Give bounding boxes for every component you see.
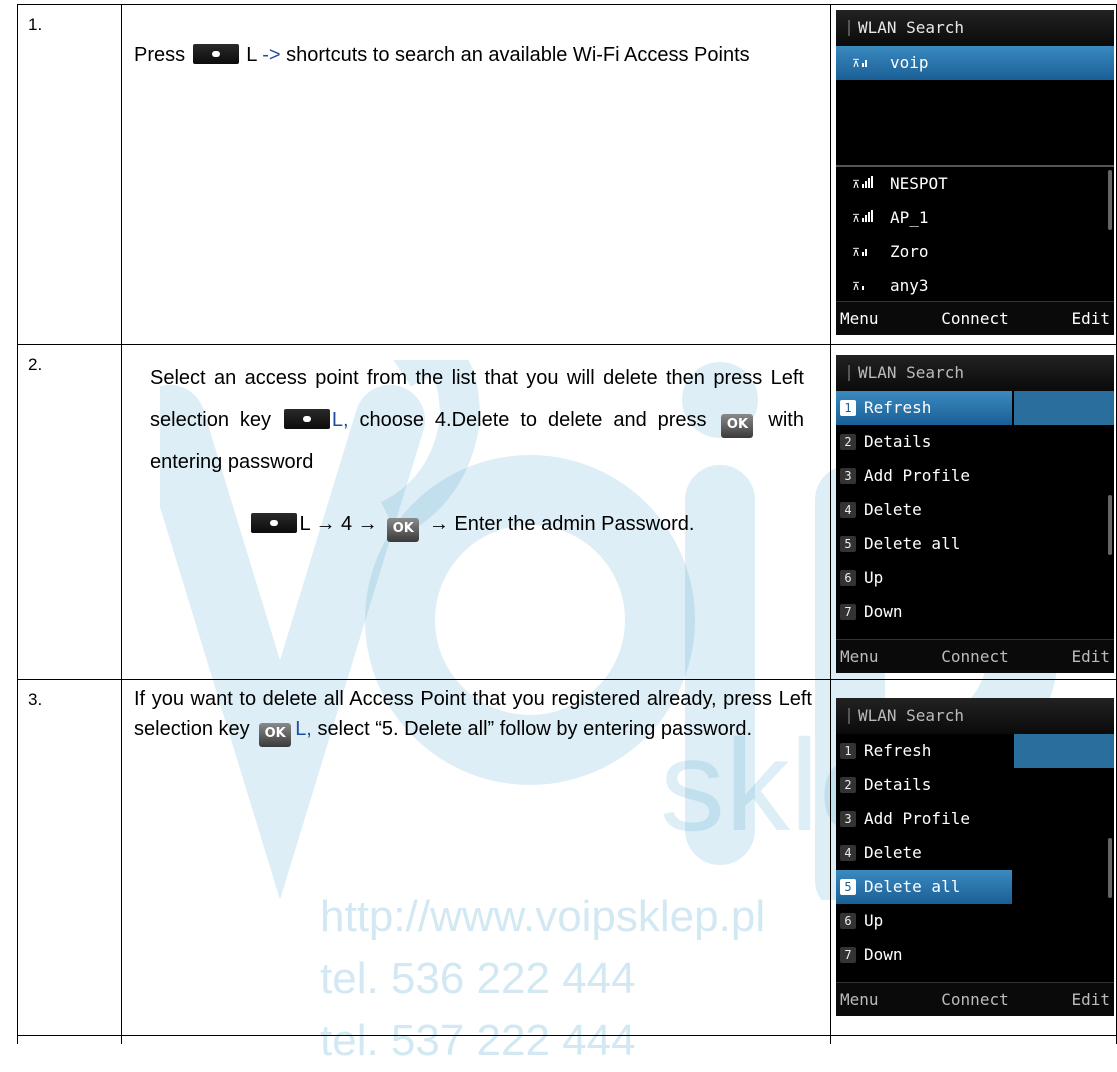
step-number: 2. [17, 344, 121, 679]
menu-item-details[interactable]: 2 Details [836, 768, 1012, 802]
softkey-connect[interactable]: Connect [941, 302, 1008, 335]
table-row: 1. Press L -> shortcuts to search an ava… [17, 4, 1117, 344]
menu-item-refresh[interactable]: 1 Refresh [836, 391, 1012, 425]
list-item[interactable]: ⊼ Zoro [836, 235, 1114, 269]
connected-ap[interactable]: ⊼ voip [836, 46, 1114, 80]
menu-item-delete[interactable]: 4 Delete [836, 493, 1012, 527]
softkey-menu[interactable]: Menu [840, 302, 879, 335]
screen-title: WLAN Search [836, 698, 1114, 734]
menu-item-refresh[interactable]: 1 Refresh [836, 734, 1012, 768]
menu-item-up[interactable]: 6 Up [836, 561, 1012, 595]
menu-item-add-profile[interactable]: 3 Add Profile [836, 459, 1012, 493]
list-item[interactable]: ⊼ NESPOT [836, 167, 1114, 201]
left-softkey-icon [283, 409, 330, 429]
softkey-edit[interactable]: Edit [1071, 640, 1110, 673]
menu-item-down[interactable]: 7 Down [836, 938, 1012, 972]
menu-item-up[interactable]: 6 Up [836, 904, 1012, 938]
softkey-edit[interactable]: Edit [1071, 302, 1110, 335]
menu-item-delete-all[interactable]: 5 Delete all [836, 527, 1012, 561]
screenshot-cell: WLAN Search 1 Refresh 2 Details 3 Add Profi… [830, 344, 1117, 679]
ap-name: any3 [890, 276, 929, 295]
ok-key-icon: OK [721, 414, 754, 438]
phone-screen-menu: WLAN Search 1 Refresh 2 Details 3 Add Profi… [836, 355, 1114, 673]
softkey-menu[interactable]: Menu [840, 640, 879, 673]
instructions-table: 1. Press L -> shortcuts to search an ava… [17, 4, 1117, 1044]
scrollbar[interactable] [1108, 495, 1112, 555]
scrollbar[interactable] [1108, 838, 1112, 898]
menu-item-add-profile[interactable]: 3 Add Profile [836, 802, 1012, 836]
signal-icon: ⊼ [852, 55, 878, 71]
seq-key: L [299, 513, 310, 535]
text-rest: shortcuts to search an available Wi-Fi A… [286, 44, 750, 66]
menu-item-down[interactable]: 7 Down [836, 595, 1012, 629]
softkey-bar: Menu Connect Edit [836, 639, 1114, 673]
step-description: If you want to delete all Access Point t… [121, 679, 830, 1044]
key-label: L, [295, 718, 312, 740]
table-row: 2. Select an access point from the list … [17, 344, 1117, 679]
signal-icon: ⊼ [852, 278, 878, 294]
ap-name: Zoro [890, 242, 929, 261]
softkey-connect[interactable]: Connect [941, 983, 1008, 1016]
key-sequence: L → 4 → OK → Enter the admin Password. [150, 503, 804, 545]
softkey-bar: Menu Connect Edit [836, 301, 1114, 335]
text-part: select “5. Delete all” follow by enterin… [317, 718, 753, 740]
ok-key-icon: OK [387, 518, 420, 542]
ap-name: NESPOT [890, 174, 948, 193]
screen-title: WLAN Search [836, 10, 1114, 46]
softkey-menu[interactable]: Menu [840, 983, 879, 1016]
text-part: choose 4.Delete to delete and press [359, 409, 707, 431]
ap-name: AP_1 [890, 208, 929, 227]
scrollbar[interactable] [1108, 170, 1112, 230]
screen-title: WLAN Search [836, 355, 1114, 391]
ok-key-icon: OK [259, 723, 292, 747]
table-row: 3. If you want to delete all Access Poin… [17, 679, 1117, 1044]
step-description: Press L -> shortcuts to search an availa… [121, 4, 830, 344]
softkey-bar: Menu Connect Edit [836, 982, 1114, 1016]
signal-icon: ⊼ [852, 210, 878, 226]
list-item[interactable]: ⊼ AP_1 [836, 201, 1114, 235]
left-softkey-icon [192, 44, 239, 64]
screenshot-cell: WLAN Search 1 Refresh 2 Details 3 Add Profi… [830, 679, 1117, 1044]
arrow-text: -> [262, 44, 281, 66]
step-description: Select an access point from the list tha… [121, 344, 830, 679]
softkey-connect[interactable]: Connect [941, 640, 1008, 673]
key-label: L, [331, 409, 349, 431]
signal-icon: ⊼ [852, 176, 878, 192]
menu-item-details[interactable]: 2 Details [836, 425, 1012, 459]
text-press: Press [134, 44, 186, 66]
highlight-bar [1014, 391, 1114, 425]
signal-icon: ⊼ [852, 244, 878, 260]
menu-item-delete[interactable]: 4 Delete [836, 836, 1012, 870]
ap-name: voip [890, 53, 929, 72]
phone-screen-wlan-search: WLAN Search ⊼ voip ⊼ NESPOT ⊼ AP_1 ⊼ Zor… [836, 10, 1114, 335]
screenshot-cell: WLAN Search ⊼ voip ⊼ NESPOT ⊼ AP_1 ⊼ Zor… [830, 4, 1117, 344]
seq-arrows: → 4 → [315, 513, 378, 535]
menu-item-delete-all[interactable]: 5 Delete all [836, 870, 1012, 904]
key-label: L [246, 44, 257, 66]
step-number: 3. [17, 679, 121, 1044]
step-number: 1. [17, 4, 121, 344]
highlight-bar [1014, 734, 1114, 768]
seq-end: → Enter the admin Password. [428, 513, 695, 535]
left-softkey-icon [251, 513, 298, 533]
softkey-edit[interactable]: Edit [1071, 983, 1110, 1016]
list-item[interactable]: ⊼ any3 [836, 269, 1114, 303]
phone-screen-menu: WLAN Search 1 Refresh 2 Details 3 Add Profi… [836, 698, 1114, 1016]
